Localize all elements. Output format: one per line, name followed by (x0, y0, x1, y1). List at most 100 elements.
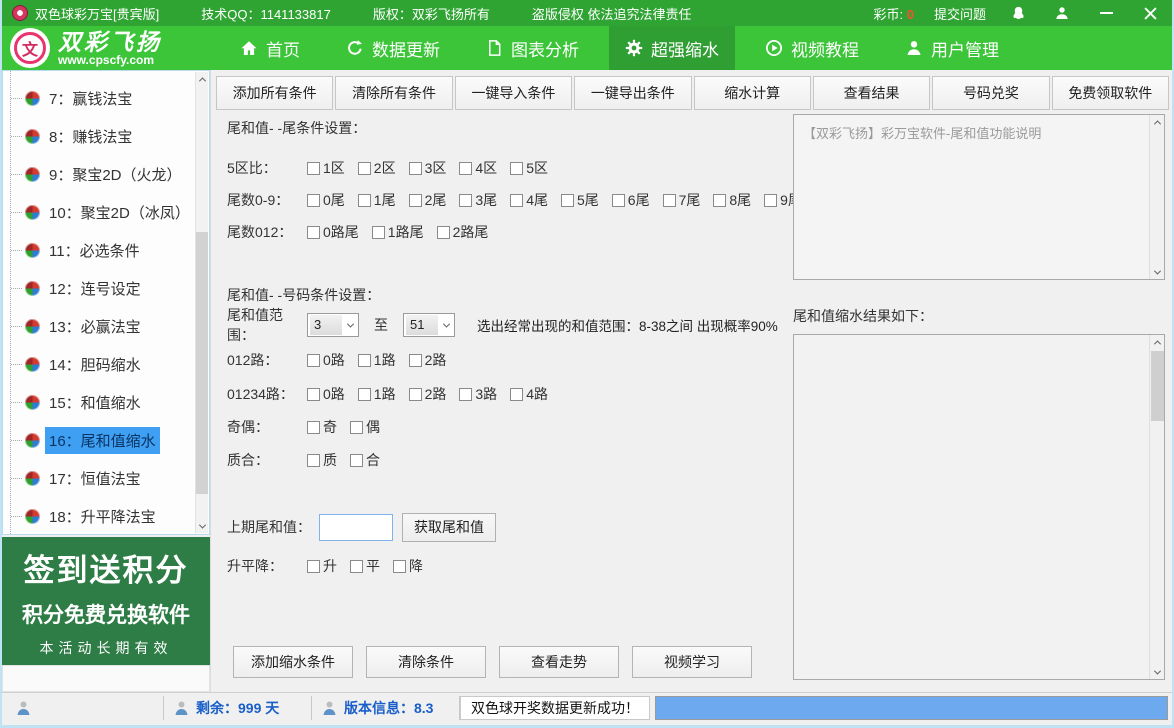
form-action-button[interactable]: 视频学习 (632, 646, 752, 678)
checkbox-option[interactable]: 奇 (307, 417, 337, 437)
checkbox-option[interactable]: 8尾 (713, 190, 751, 210)
checkbox[interactable] (409, 162, 422, 175)
sidebar-item-label[interactable]: 12：连号设定 (45, 275, 145, 302)
checkbox[interactable] (307, 560, 320, 573)
checkbox[interactable] (393, 560, 406, 573)
nav-item-home[interactable]: 首页 (224, 26, 316, 70)
close-button[interactable] (1138, 0, 1162, 26)
qq-penguin-icon[interactable] (1006, 0, 1030, 26)
checkbox[interactable] (358, 162, 371, 175)
checkbox-option[interactable]: 3路 (459, 384, 497, 404)
checkbox-option[interactable]: 合 (350, 450, 380, 470)
checkbox-option[interactable]: 2区 (358, 158, 396, 178)
checkbox-option[interactable]: 1区 (307, 158, 345, 178)
nav-item-user-management[interactable]: 用户管理 (889, 26, 1015, 70)
checkbox-option[interactable]: 1路 (358, 384, 396, 404)
checkbox[interactable] (510, 162, 523, 175)
sidebar-item[interactable]: 15：和值缩水 (3, 383, 209, 421)
checkbox-option[interactable]: 1尾 (358, 190, 396, 210)
checkbox[interactable] (307, 226, 320, 239)
checkbox[interactable] (358, 194, 371, 207)
sidebar-item[interactable]: 12：连号设定 (3, 269, 209, 307)
checkbox-option[interactable]: 0路 (307, 350, 345, 370)
toolbar-button[interactable]: 一键导出条件 (574, 76, 691, 110)
promo-banner[interactable]: 签到送积分 积分免费兑换软件 本活动长期有效 (2, 537, 210, 665)
sidebar-item-label[interactable]: 8：赚钱法宝 (45, 123, 136, 150)
checkbox[interactable] (459, 388, 472, 401)
checkbox[interactable] (409, 354, 422, 367)
checkbox-option[interactable]: 2尾 (409, 190, 447, 210)
checkbox[interactable] (358, 388, 371, 401)
sidebar-item-label[interactable]: 13：必赢法宝 (45, 313, 145, 340)
checkbox-option[interactable]: 6尾 (612, 190, 650, 210)
checkbox[interactable] (459, 162, 472, 175)
scroll-up-icon[interactable] (1150, 335, 1165, 349)
checkbox-option[interactable]: 0路 (307, 384, 345, 404)
checkbox-option[interactable]: 3区 (409, 158, 447, 178)
info-box-scrollbar[interactable] (1149, 115, 1164, 279)
result-box-scrollbar[interactable] (1149, 335, 1164, 679)
checkbox-option[interactable]: 质 (307, 450, 337, 470)
range-to-select[interactable]: 51 (403, 313, 455, 337)
scrollbar-thumb[interactable] (1151, 351, 1164, 421)
checkbox[interactable] (409, 194, 422, 207)
checkbox-option[interactable]: 4区 (459, 158, 497, 178)
toolbar-button[interactable]: 免费领取软件 (1052, 76, 1169, 110)
checkbox[interactable] (561, 194, 574, 207)
checkbox[interactable] (510, 388, 523, 401)
checkbox-option[interactable]: 1路 (358, 350, 396, 370)
minimize-button[interactable] (1094, 0, 1118, 26)
checkbox[interactable] (307, 454, 320, 467)
checkbox-option[interactable]: 0路尾 (307, 222, 359, 242)
checkbox[interactable] (713, 194, 726, 207)
sidebar-item[interactable]: 10：聚宝2D（冰凤） (3, 193, 209, 231)
sidebar-item-label[interactable]: 11：必选条件 (45, 237, 144, 264)
checkbox[interactable] (409, 388, 422, 401)
sidebar-item[interactable]: 7：赢钱法宝 (3, 79, 209, 117)
sidebar-item[interactable]: 8：赚钱法宝 (3, 117, 209, 155)
scroll-down-icon[interactable] (1150, 665, 1165, 679)
checkbox-option[interactable]: 降 (393, 556, 423, 576)
toolbar-button[interactable]: 缩水计算 (694, 76, 811, 110)
toolbar-button[interactable]: 查看结果 (813, 76, 930, 110)
scroll-up-icon[interactable] (1150, 115, 1165, 129)
sidebar-item-label[interactable]: 18：升平降法宝 (45, 503, 160, 530)
checkbox[interactable] (350, 421, 363, 434)
sidebar-item[interactable]: 17：恒值法宝 (3, 459, 209, 497)
user-icon[interactable] (1050, 0, 1074, 26)
checkbox-option[interactable]: 偶 (350, 417, 380, 437)
checkbox[interactable] (307, 162, 320, 175)
checkbox-option[interactable]: 升 (307, 556, 337, 576)
checkbox[interactable] (764, 194, 777, 207)
nav-item-data-update[interactable]: 数据更新 (330, 26, 456, 70)
checkbox[interactable] (358, 354, 371, 367)
checkbox[interactable] (437, 226, 450, 239)
checkbox-option[interactable]: 7尾 (663, 190, 701, 210)
sidebar-item[interactable]: 14：胆码缩水 (3, 345, 209, 383)
sidebar-item[interactable]: 11：必选条件 (3, 231, 209, 269)
checkbox-option[interactable]: 4路 (510, 384, 548, 404)
sidebar-item-label[interactable]: 9：聚宝2D（火龙） (45, 161, 186, 188)
checkbox-option[interactable]: 2路 (409, 350, 447, 370)
sidebar-item-label[interactable]: 10：聚宝2D（冰凤） (45, 199, 194, 226)
checkbox-option[interactable]: 5尾 (561, 190, 599, 210)
sidebar-item-label[interactable]: 16：尾和值缩水 (45, 427, 160, 454)
checkbox-option[interactable]: 0尾 (307, 190, 345, 210)
checkbox-option[interactable]: 5区 (510, 158, 548, 178)
checkbox-option[interactable]: 平 (350, 556, 380, 576)
sidebar-item-label[interactable]: 7：赢钱法宝 (45, 85, 136, 112)
checkbox[interactable] (663, 194, 676, 207)
form-action-button[interactable]: 查看走势 (499, 646, 619, 678)
nav-item-chart-analysis[interactable]: 图表分析 (470, 26, 595, 70)
toolbar-button[interactable]: 号码兑奖 (932, 76, 1049, 110)
checkbox-option[interactable]: 1路尾 (372, 222, 424, 242)
toolbar-button[interactable]: 一键导入条件 (455, 76, 572, 110)
submit-question-link[interactable]: 提交问题 (934, 4, 986, 23)
nav-item-shrink[interactable]: 超强缩水 (609, 26, 735, 70)
sidebar-item-label[interactable]: 15：和值缩水 (45, 389, 145, 416)
checkbox[interactable] (307, 354, 320, 367)
sidebar-item-label[interactable]: 17：恒值法宝 (45, 465, 145, 492)
nav-item-video-tutorial[interactable]: 视频教程 (749, 26, 875, 70)
checkbox[interactable] (350, 454, 363, 467)
checkbox-option[interactable]: 3尾 (459, 190, 497, 210)
